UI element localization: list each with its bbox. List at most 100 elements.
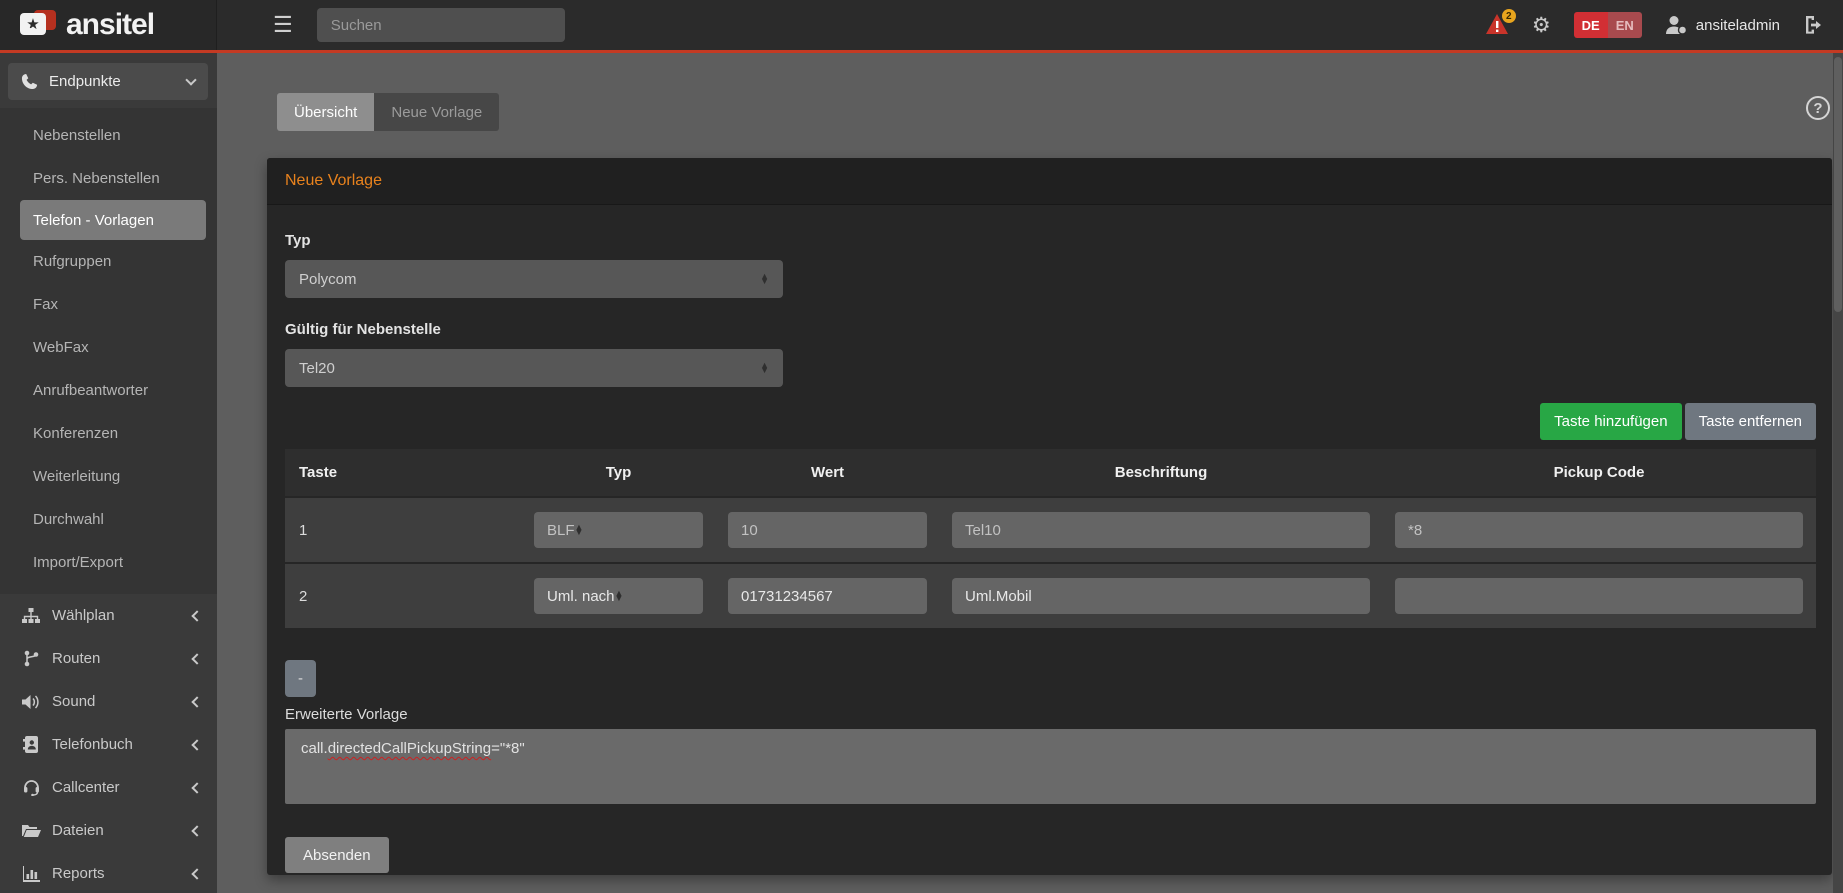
row1-type-value: BLF bbox=[547, 522, 575, 539]
col-header-pickup-code: Pickup Code bbox=[1395, 464, 1816, 481]
sidebar-item-reports[interactable]: Reports bbox=[0, 852, 217, 893]
chevron-left-icon bbox=[191, 825, 202, 836]
alert-count-badge: 2 bbox=[1502, 9, 1516, 23]
sort-arrows-icon: ▲▼ bbox=[760, 274, 769, 284]
row1-pickup-input[interactable] bbox=[1395, 512, 1803, 548]
table-row: 1 BLF ▲▼ bbox=[285, 498, 1816, 562]
sidebar-item-waehlplan[interactable]: Wählplan bbox=[0, 594, 217, 637]
sort-arrows-icon: ▲▼ bbox=[575, 525, 584, 535]
sort-arrows-icon: ▲▼ bbox=[760, 363, 769, 373]
vertical-scrollbar[interactable] bbox=[1833, 53, 1843, 893]
row1-label-input[interactable] bbox=[952, 512, 1370, 548]
row2-pickup-input[interactable] bbox=[1395, 578, 1803, 614]
language-en[interactable]: EN bbox=[1608, 12, 1642, 38]
sidebar-item-label: Reports bbox=[52, 865, 193, 882]
language-de[interactable]: DE bbox=[1574, 12, 1608, 38]
sidebar-item-weiterleitung[interactable]: Weiterleitung bbox=[0, 455, 217, 498]
sidebar-item-webfax[interactable]: WebFax bbox=[0, 326, 217, 369]
phone-icon bbox=[21, 73, 38, 90]
chevron-down-icon bbox=[185, 74, 196, 85]
tab-uebersicht[interactable]: Übersicht bbox=[277, 93, 374, 131]
type-select[interactable]: Polycom ▲▼ bbox=[285, 260, 783, 298]
sidebar-item-nebenstellen[interactable]: Nebenstellen bbox=[0, 114, 217, 157]
submenu-label: Import/Export bbox=[33, 554, 123, 571]
scrollbar-thumb[interactable] bbox=[1834, 57, 1842, 312]
col-header-typ: Typ bbox=[534, 464, 728, 481]
sidebar-item-label: Sound bbox=[52, 693, 193, 710]
add-key-button[interactable]: Taste hinzufügen bbox=[1540, 403, 1681, 440]
panel-title: Neue Vorlage bbox=[267, 158, 1832, 205]
endpunkte-submenu: Nebenstellen Pers. Nebenstellen Telefon … bbox=[0, 108, 217, 594]
row1-value-input[interactable] bbox=[728, 512, 927, 548]
sidebar-item-telefon-vorlagen[interactable]: Telefon - Vorlagen bbox=[20, 200, 206, 240]
submenu-label: Rufgruppen bbox=[33, 253, 111, 270]
tab-neue-vorlage[interactable]: Neue Vorlage bbox=[374, 93, 499, 131]
chevron-left-icon bbox=[191, 868, 202, 879]
row1-type-select[interactable]: BLF ▲▼ bbox=[534, 512, 703, 548]
sidebar: Endpunkte Nebenstellen Pers. Nebenstelle… bbox=[0, 53, 217, 893]
sidebar-item-callcenter[interactable]: Callcenter bbox=[0, 766, 217, 809]
chevron-left-icon bbox=[191, 696, 202, 707]
sidebar-item-anrufbeantworter[interactable]: Anrufbeantworter bbox=[0, 369, 217, 412]
submit-button[interactable]: Absenden bbox=[285, 837, 389, 873]
row2-value-input[interactable] bbox=[728, 578, 927, 614]
logo[interactable]: ★ ansitel bbox=[0, 0, 217, 50]
settings-gear-icon[interactable]: ⚙ bbox=[1532, 15, 1551, 36]
volume-icon bbox=[21, 694, 41, 710]
user-menu[interactable]: ansiteladmin bbox=[1665, 15, 1780, 35]
sidebar-item-fax[interactable]: Fax bbox=[0, 283, 217, 326]
sidebar-item-durchwahl[interactable]: Durchwahl bbox=[0, 498, 217, 541]
sidebar-item-dateien[interactable]: Dateien bbox=[0, 809, 217, 852]
remove-key-button[interactable]: Taste entfernen bbox=[1685, 403, 1816, 440]
key-number: 2 bbox=[285, 588, 534, 605]
language-toggle[interactable]: DE EN bbox=[1574, 12, 1642, 38]
neue-vorlage-panel: Neue Vorlage Typ Polycom ▲▼ Gültig für N… bbox=[267, 158, 1832, 875]
collapse-minus-button[interactable]: - bbox=[285, 660, 316, 697]
logo-text: ansitel bbox=[66, 8, 154, 42]
sidebar-item-routen[interactable]: Routen bbox=[0, 637, 217, 680]
code-text: call. bbox=[301, 740, 328, 757]
sidebar-item-endpunkte[interactable]: Endpunkte bbox=[8, 63, 208, 100]
tab-bar: Übersicht Neue Vorlage bbox=[277, 93, 499, 131]
logout-icon[interactable] bbox=[1803, 15, 1825, 35]
table-row: 2 Uml. nach ▲▼ bbox=[285, 564, 1816, 628]
user-icon bbox=[1665, 15, 1687, 35]
sitemap-icon bbox=[21, 608, 41, 624]
sidebar-item-telefonbuch[interactable]: Telefonbuch bbox=[0, 723, 217, 766]
row2-type-value: Uml. nach bbox=[547, 588, 615, 605]
row2-label-input[interactable] bbox=[952, 578, 1370, 614]
row2-type-select[interactable]: Uml. nach ▲▼ bbox=[534, 578, 703, 614]
top-bar: ★ ansitel ☰ 2 ⚙ DE EN ansiteladmin bbox=[0, 0, 1843, 53]
alert-warning-icon[interactable]: 2 bbox=[1485, 13, 1509, 37]
submenu-label: Anrufbeantworter bbox=[33, 382, 148, 399]
submenu-label: Telefon - Vorlagen bbox=[33, 212, 154, 229]
advanced-template-textarea[interactable]: call.directedCallPickupString="*8" bbox=[285, 729, 1816, 804]
extension-select[interactable]: Tel20 ▲▼ bbox=[285, 349, 783, 387]
submenu-label: WebFax bbox=[33, 339, 89, 356]
extension-select-value: Tel20 bbox=[299, 360, 760, 377]
sidebar-item-konferenzen[interactable]: Konferenzen bbox=[0, 412, 217, 455]
advanced-template-label: Erweiterte Vorlage bbox=[285, 706, 1816, 723]
search-input[interactable] bbox=[317, 8, 565, 42]
username-label: ansiteladmin bbox=[1696, 17, 1780, 34]
chevron-left-icon bbox=[191, 739, 202, 750]
submenu-label: Weiterleitung bbox=[33, 468, 120, 485]
submenu-label: Durchwahl bbox=[33, 511, 104, 528]
sidebar-item-sound[interactable]: Sound bbox=[0, 680, 217, 723]
sidebar-item-pers-nebenstellen[interactable]: Pers. Nebenstellen bbox=[0, 157, 217, 200]
help-icon[interactable]: ? bbox=[1806, 96, 1830, 120]
sort-arrows-icon: ▲▼ bbox=[615, 591, 624, 601]
sidebar-item-label: Telefonbuch bbox=[52, 736, 193, 753]
col-header-beschriftung: Beschriftung bbox=[952, 464, 1395, 481]
hamburger-menu-icon[interactable]: ☰ bbox=[273, 14, 293, 36]
sidebar-item-label: Dateien bbox=[52, 822, 193, 839]
key-table-header: Taste Typ Wert Beschriftung Pickup Code bbox=[285, 449, 1816, 496]
type-select-value: Polycom bbox=[299, 271, 760, 288]
submenu-label: Nebenstellen bbox=[33, 127, 121, 144]
sidebar-item-label: Routen bbox=[52, 650, 193, 667]
bar-chart-icon bbox=[21, 866, 41, 882]
folder-open-icon bbox=[21, 823, 41, 838]
submenu-label: Konferenzen bbox=[33, 425, 118, 442]
sidebar-item-import-export[interactable]: Import/Export bbox=[0, 541, 217, 584]
sidebar-item-rufgruppen[interactable]: Rufgruppen bbox=[0, 240, 217, 283]
